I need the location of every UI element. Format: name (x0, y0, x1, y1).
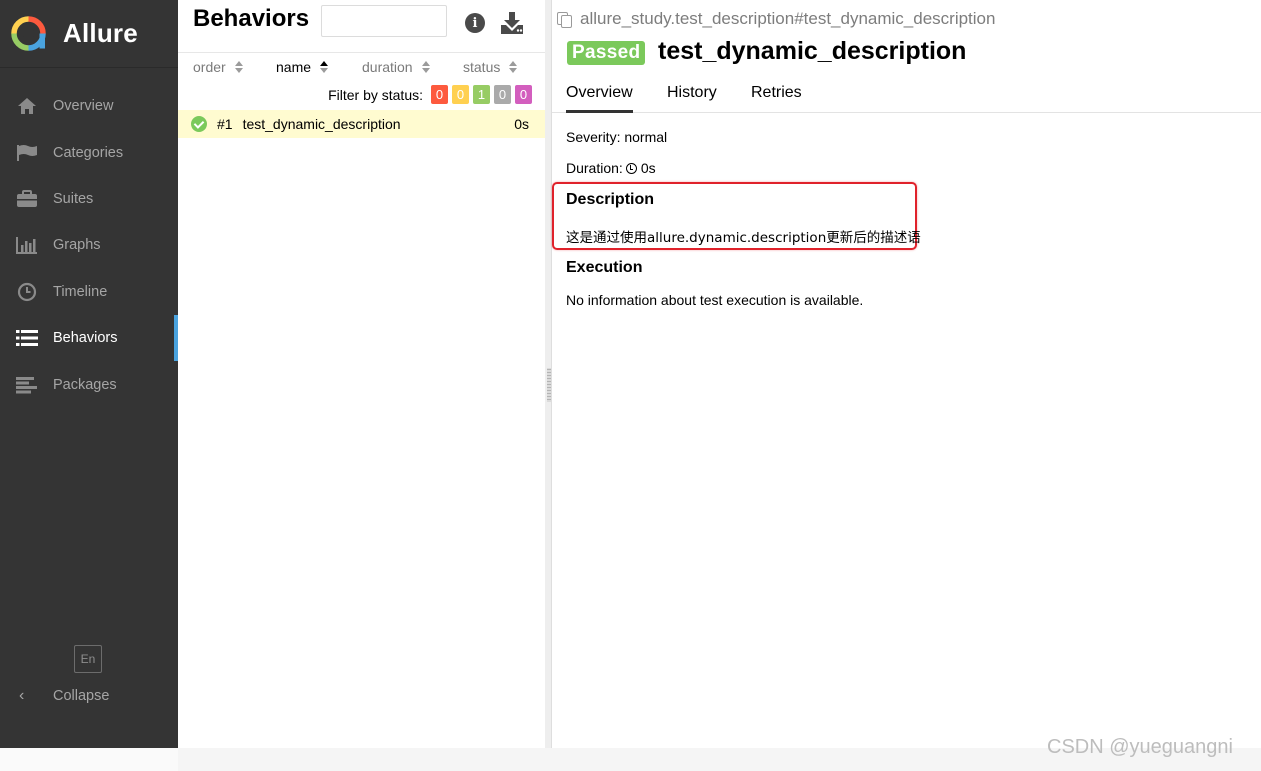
sidebar-item-label: Overview (53, 98, 114, 115)
copy-icon[interactable] (556, 11, 573, 28)
behaviors-list-pane: Behaviors i order name duration status F… (178, 0, 545, 748)
app-name: Allure (63, 18, 138, 48)
row-order: #1 (217, 116, 233, 132)
list-item[interactable]: #1 test_dynamic_description 0s (178, 110, 545, 138)
column-label: duration (362, 59, 413, 75)
align-left-icon (16, 375, 38, 395)
filter-label: Filter by status: (328, 86, 423, 103)
sidebar: Allure Overview Categories Suites Graphs (0, 0, 178, 748)
full-name-text: allure_study.test_description#test_dynam… (580, 9, 996, 28)
bottom-bar-left (0, 748, 178, 771)
sidebar-item-label: Categories (53, 144, 124, 161)
sidebar-item-label: Graphs (53, 237, 101, 254)
test-title: test_dynamic_description (658, 37, 967, 65)
sort-order-column[interactable]: order (193, 59, 243, 75)
detail-tabs: Overview History Retries (552, 80, 1261, 113)
tab-retries[interactable]: Retries (751, 84, 802, 113)
sidebar-item-suites[interactable]: Suites (0, 176, 178, 222)
sidebar-item-label: Suites (53, 190, 94, 207)
sidebar-item-categories[interactable]: Categories (0, 129, 178, 175)
sort-icon (421, 61, 430, 73)
sidebar-item-overview[interactable]: Overview (0, 83, 178, 129)
sidebar-nav: Overview Categories Suites Graphs Timeli… (0, 83, 178, 408)
row-name: test_dynamic_description (242, 116, 401, 132)
clock-icon (625, 163, 637, 174)
language-switch[interactable]: En (74, 645, 102, 673)
filter-skipped-badge[interactable]: 0 (494, 85, 511, 104)
flag-icon (16, 143, 38, 163)
home-icon (16, 96, 38, 116)
filter-broken-badge[interactable]: 0 (452, 85, 469, 104)
list-icon (16, 328, 38, 348)
info-icon[interactable]: i (465, 13, 485, 33)
row-duration: 0s (514, 116, 529, 132)
duration-value: 0s (640, 160, 656, 176)
collapse-button[interactable]: ‹ Collapse (0, 683, 109, 709)
brand[interactable]: Allure (0, 0, 178, 68)
sort-icon (234, 61, 243, 73)
status-filter: Filter by status: 0 0 1 0 0 (328, 85, 532, 104)
sort-status-column[interactable]: status (463, 59, 518, 75)
sort-name-column[interactable]: name (276, 59, 329, 75)
duration-label: Duration: (566, 160, 623, 176)
sort-icon (509, 61, 518, 73)
drag-handle-icon[interactable] (547, 368, 551, 402)
sort-duration-column[interactable]: duration (362, 59, 430, 75)
download-icon[interactable] (500, 11, 524, 35)
allure-logo-icon (11, 16, 46, 51)
check-circle-icon (191, 116, 207, 132)
divider (178, 52, 545, 53)
description-text: 这是通过使用allure.dynamic.description更新后的描述语 (566, 230, 921, 246)
watermark: CSDN @yueguangni (1047, 736, 1233, 758)
column-label: order (193, 59, 226, 75)
execution-heading: Execution (566, 259, 643, 276)
pane-splitter[interactable] (545, 0, 552, 771)
column-label: status (463, 59, 501, 75)
column-label: name (276, 59, 312, 75)
tab-overview[interactable]: Overview (566, 84, 633, 113)
severity: Severity: normal (566, 129, 668, 145)
status-badge: Passed (567, 41, 646, 65)
filter-failed-badge[interactable]: 0 (431, 85, 448, 104)
page-title: Behaviors (193, 5, 310, 32)
chevron-left-icon: ‹ (19, 687, 25, 704)
clock-icon (16, 282, 38, 302)
filter-unknown-badge[interactable]: 0 (515, 85, 532, 104)
description-heading: Description (566, 191, 655, 208)
duration: Duration: 0s (566, 160, 656, 176)
sidebar-item-behaviors[interactable]: Behaviors (0, 314, 178, 362)
tab-history[interactable]: History (667, 84, 717, 113)
sort-icon (320, 61, 329, 73)
sidebar-item-label: Timeline (53, 283, 108, 300)
sidebar-item-label: Packages (53, 376, 117, 393)
sidebar-item-label: Behaviors (53, 330, 118, 347)
sidebar-item-graphs[interactable]: Graphs (0, 222, 178, 268)
sidebar-item-packages[interactable]: Packages (0, 361, 178, 407)
briefcase-icon (16, 189, 38, 209)
search-input[interactable] (321, 5, 447, 37)
filter-passed-badge[interactable]: 1 (473, 85, 490, 104)
execution-text: No information about test execution is a… (566, 292, 864, 308)
sidebar-item-timeline[interactable]: Timeline (0, 269, 178, 315)
collapse-label: Collapse (53, 688, 110, 704)
test-detail-pane: allure_study.test_description#test_dynam… (552, 0, 1261, 748)
test-full-name: allure_study.test_description#test_dynam… (556, 9, 995, 29)
bar-chart-icon (16, 235, 38, 255)
